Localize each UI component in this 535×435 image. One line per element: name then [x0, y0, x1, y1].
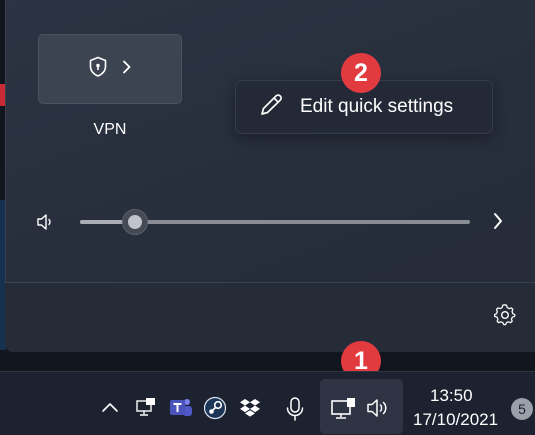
network-monitor-icon[interactable] [134, 396, 158, 423]
steam-icon[interactable] [203, 396, 227, 425]
volume-slider-thumb[interactable] [121, 209, 148, 235]
quick-settings-footer [5, 282, 535, 352]
edit-quick-settings-label: Edit quick settings [300, 96, 454, 117]
shield-lock-icon [88, 56, 108, 83]
volume-slider-thumb-inner [127, 215, 142, 229]
chevron-right-icon[interactable] [492, 211, 504, 236]
chevron-right-icon[interactable] [122, 60, 132, 79]
dropbox-icon[interactable] [238, 396, 262, 425]
teams-icon[interactable] [168, 396, 194, 425]
annotation-badge-2: 2 [341, 53, 381, 93]
chevron-up-icon[interactable] [101, 400, 119, 418]
gear-icon[interactable] [493, 304, 516, 331]
clock-date[interactable]: 17/10/2021 [413, 410, 513, 430]
speaker-icon[interactable] [36, 212, 54, 237]
vpn-label: VPN [93, 121, 127, 138]
volume-icon[interactable] [366, 396, 392, 425]
vpn-tile[interactable] [38, 34, 182, 104]
microphone-icon[interactable] [285, 396, 305, 427]
notification-count-badge[interactable]: 5 [511, 398, 533, 420]
monitor-network-icon[interactable] [330, 396, 358, 427]
pencil-icon [258, 92, 284, 123]
